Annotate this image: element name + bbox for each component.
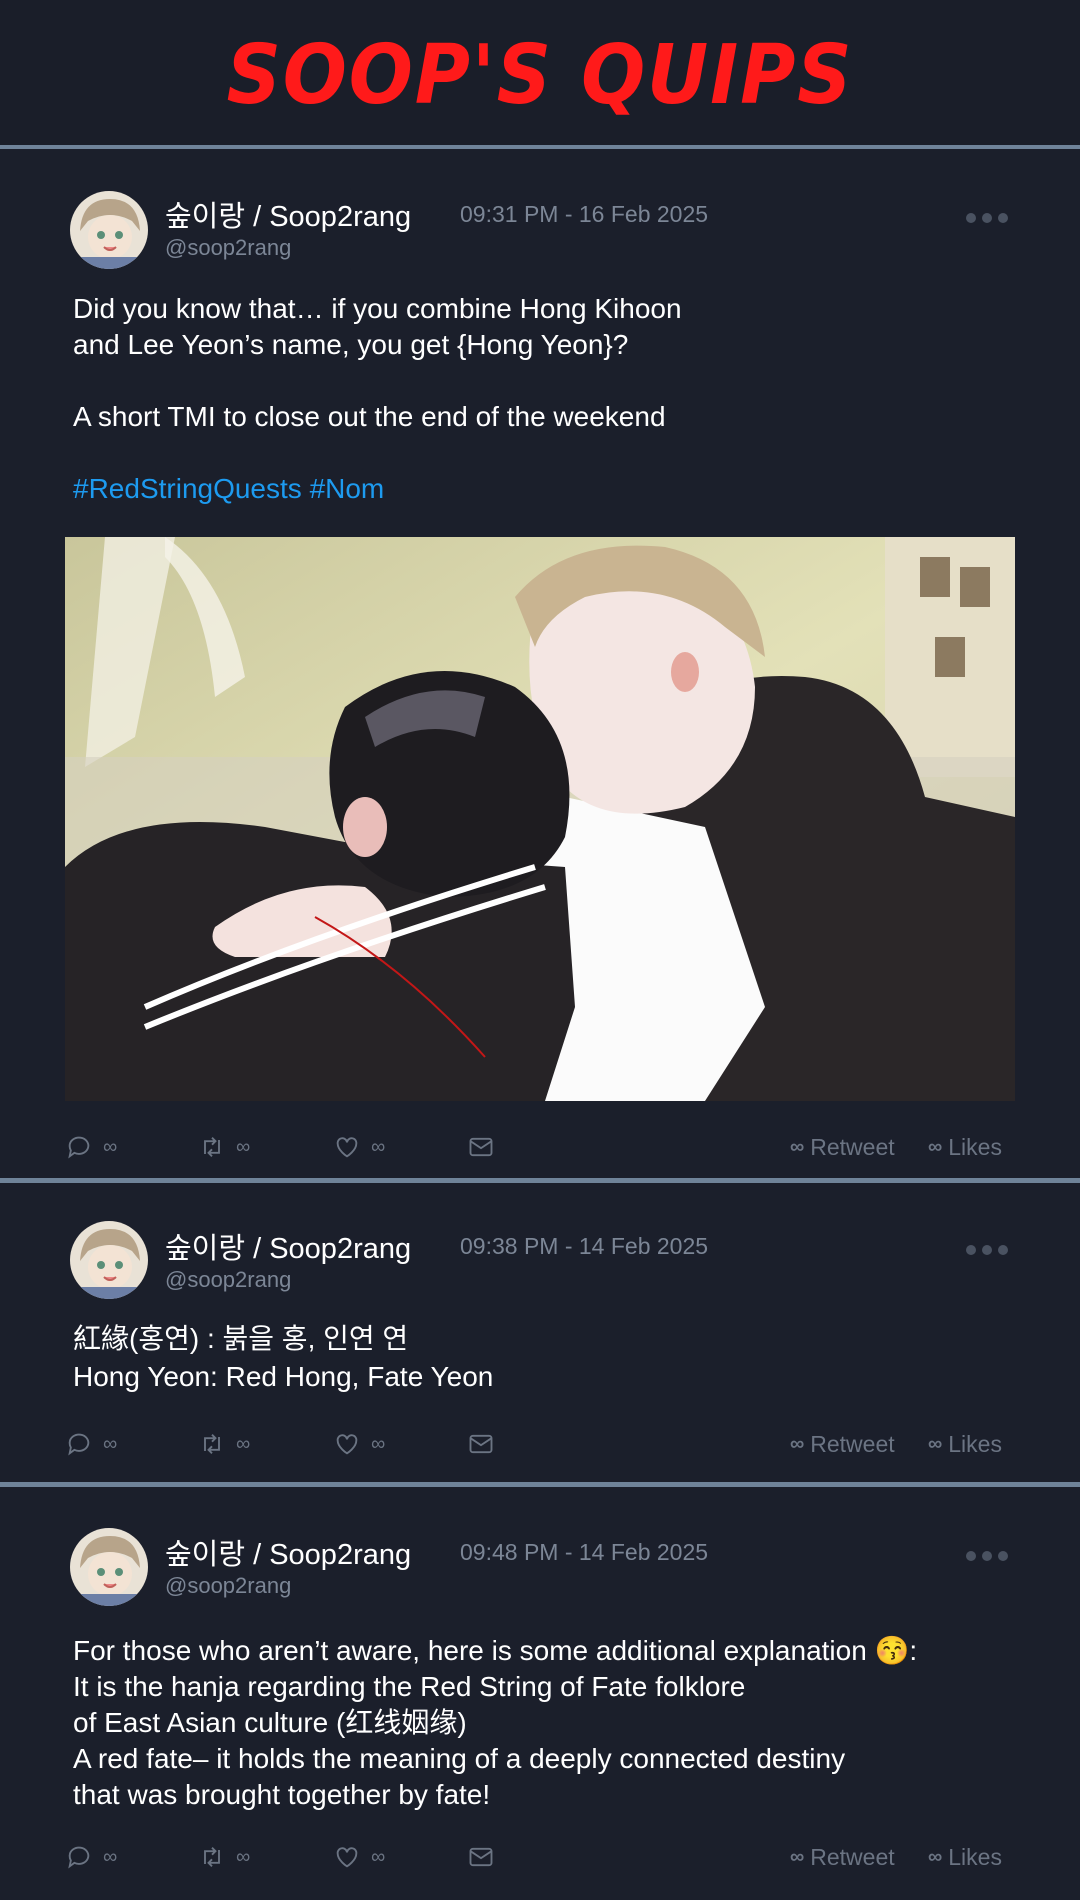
tweet-text-line: A red fate– it holds the meaning of a de… <box>73 1743 846 1774</box>
action-bar: ∞ ∞ ∞ ∞ Retweet ∞ Likes <box>0 1837 1080 1877</box>
like-count: ∞ <box>371 1135 386 1158</box>
action-bar: ∞ ∞ ∞ ∞ Retweet ∞ Likes <box>0 1424 1080 1464</box>
reply-icon <box>68 1136 90 1159</box>
timestamp: 09:31 PM - 16 Feb 2025 <box>460 201 709 227</box>
tweet-text-line: that was brought together by fate! <box>73 1779 491 1810</box>
hashtag-links[interactable]: #RedStringQuests #Nom <box>73 471 384 507</box>
retweet-count: ∞ <box>236 1135 251 1158</box>
like-button[interactable]: ∞ <box>333 1127 385 1167</box>
retweet-label: Retweet <box>810 1133 895 1160</box>
reply-icon <box>68 1433 90 1456</box>
tweet-text-line: of East Asian culture (红线姻缘) <box>73 1707 467 1738</box>
retweet-link[interactable]: ∞ Retweet <box>790 1424 895 1464</box>
tweet-card: 숲이랑 / Soop2rang 09:48 PM - 14 Feb 2025 @… <box>0 1487 1080 1900</box>
like-count: ∞ <box>371 1845 386 1868</box>
like-button[interactable]: ∞ <box>333 1837 385 1877</box>
retweet-link[interactable]: ∞ Retweet <box>790 1837 895 1877</box>
infinity-icon: ∞ <box>790 1845 805 1868</box>
handle[interactable]: @soop2rang <box>165 1267 291 1293</box>
handle[interactable]: @soop2rang <box>165 235 291 261</box>
reply-icon <box>68 1846 90 1869</box>
retweet-label: Retweet <box>810 1430 895 1457</box>
likes-link[interactable]: ∞ Likes <box>928 1837 1002 1877</box>
handle[interactable]: @soop2rang <box>165 1573 291 1599</box>
page-title: SOOP'S QUIPS <box>226 28 854 123</box>
retweet-label: Retweet <box>810 1843 895 1870</box>
retweet-button[interactable]: ∞ <box>198 1837 250 1877</box>
display-name[interactable]: 숲이랑 / Soop2rang <box>165 1531 411 1573</box>
infinity-icon: ∞ <box>928 1432 943 1455</box>
tweet-text-line: Did you know that… if you combine Hong K… <box>73 293 682 324</box>
display-name[interactable]: 숲이랑 / Soop2rang <box>165 193 411 235</box>
retweet-icon <box>204 1137 220 1157</box>
avatar-image <box>70 1528 148 1606</box>
likes-label: Likes <box>948 1133 1002 1160</box>
display-name[interactable]: 숲이랑 / Soop2rang <box>165 1225 411 1267</box>
mail-icon <box>469 1434 493 1454</box>
tweet-text-line: 紅緣(홍연) : 붉을 홍, 인연 연 <box>73 1323 409 1354</box>
like-button[interactable]: ∞ <box>333 1424 385 1464</box>
page-header: SOOP'S QUIPS <box>0 0 1080 149</box>
reply-count: ∞ <box>103 1845 118 1868</box>
more-dots-icon[interactable] <box>966 1548 1014 1561</box>
infinity-icon: ∞ <box>928 1135 943 1158</box>
retweet-count: ∞ <box>236 1845 251 1868</box>
tweet-text-line: Hong Yeon: Red Hong, Fate Yeon <box>73 1361 494 1392</box>
reply-count: ∞ <box>103 1135 118 1158</box>
infinity-icon: ∞ <box>790 1432 805 1455</box>
more-dots-icon[interactable] <box>966 210 1014 223</box>
likes-link[interactable]: ∞ Likes <box>928 1127 1002 1167</box>
avatar[interactable] <box>70 191 148 269</box>
tweet-text-line: It is the hanja regarding the Red String… <box>73 1671 746 1702</box>
heart-icon <box>336 1847 358 1868</box>
heart-icon <box>336 1434 358 1455</box>
tweet-card: 숲이랑 / Soop2rang 09:31 PM - 16 Feb 2025 @… <box>0 149 1080 1179</box>
tweet-text-line: For those who aren’t aware, here is some… <box>73 1635 918 1666</box>
avatar[interactable] <box>70 1221 148 1299</box>
timestamp: 09:38 PM - 14 Feb 2025 <box>460 1233 709 1259</box>
retweet-count: ∞ <box>236 1432 251 1455</box>
tweet-text-line: and Lee Yeon’s name, you get {Hong Yeon}… <box>73 329 629 360</box>
retweet-icon <box>204 1434 220 1454</box>
likes-label: Likes <box>948 1430 1002 1457</box>
action-bar: ∞ ∞ ∞ ∞ Retweet ∞ Likes <box>0 1127 1080 1167</box>
like-count: ∞ <box>371 1432 386 1455</box>
reply-button[interactable]: ∞ <box>65 1424 117 1464</box>
message-button[interactable] <box>467 1837 505 1877</box>
message-button[interactable] <box>467 1127 505 1167</box>
tweet-image[interactable] <box>65 537 1015 1101</box>
reply-count: ∞ <box>103 1432 118 1455</box>
avatar-image <box>70 191 148 269</box>
timestamp: 09:48 PM - 14 Feb 2025 <box>460 1539 709 1565</box>
more-dots-icon[interactable] <box>966 1242 1014 1255</box>
infinity-icon: ∞ <box>790 1135 805 1158</box>
avatar[interactable] <box>70 1528 148 1606</box>
likes-link[interactable]: ∞ Likes <box>928 1424 1002 1464</box>
avatar-image <box>70 1221 148 1299</box>
retweet-button[interactable]: ∞ <box>198 1127 250 1167</box>
message-button[interactable] <box>467 1424 505 1464</box>
tweet-text-line: A short TMI to close out the end of the … <box>73 401 666 432</box>
likes-label: Likes <box>948 1843 1002 1870</box>
heart-icon <box>336 1137 358 1158</box>
retweet-icon <box>204 1847 220 1867</box>
infinity-icon: ∞ <box>928 1845 943 1868</box>
reply-button[interactable]: ∞ <box>65 1127 117 1167</box>
retweet-link[interactable]: ∞ Retweet <box>790 1127 895 1167</box>
retweet-button[interactable]: ∞ <box>198 1424 250 1464</box>
reply-button[interactable]: ∞ <box>65 1837 117 1877</box>
mail-icon <box>469 1137 493 1157</box>
tweet-card: 숲이랑 / Soop2rang 09:38 PM - 14 Feb 2025 @… <box>0 1183 1080 1481</box>
mail-icon <box>469 1847 493 1867</box>
